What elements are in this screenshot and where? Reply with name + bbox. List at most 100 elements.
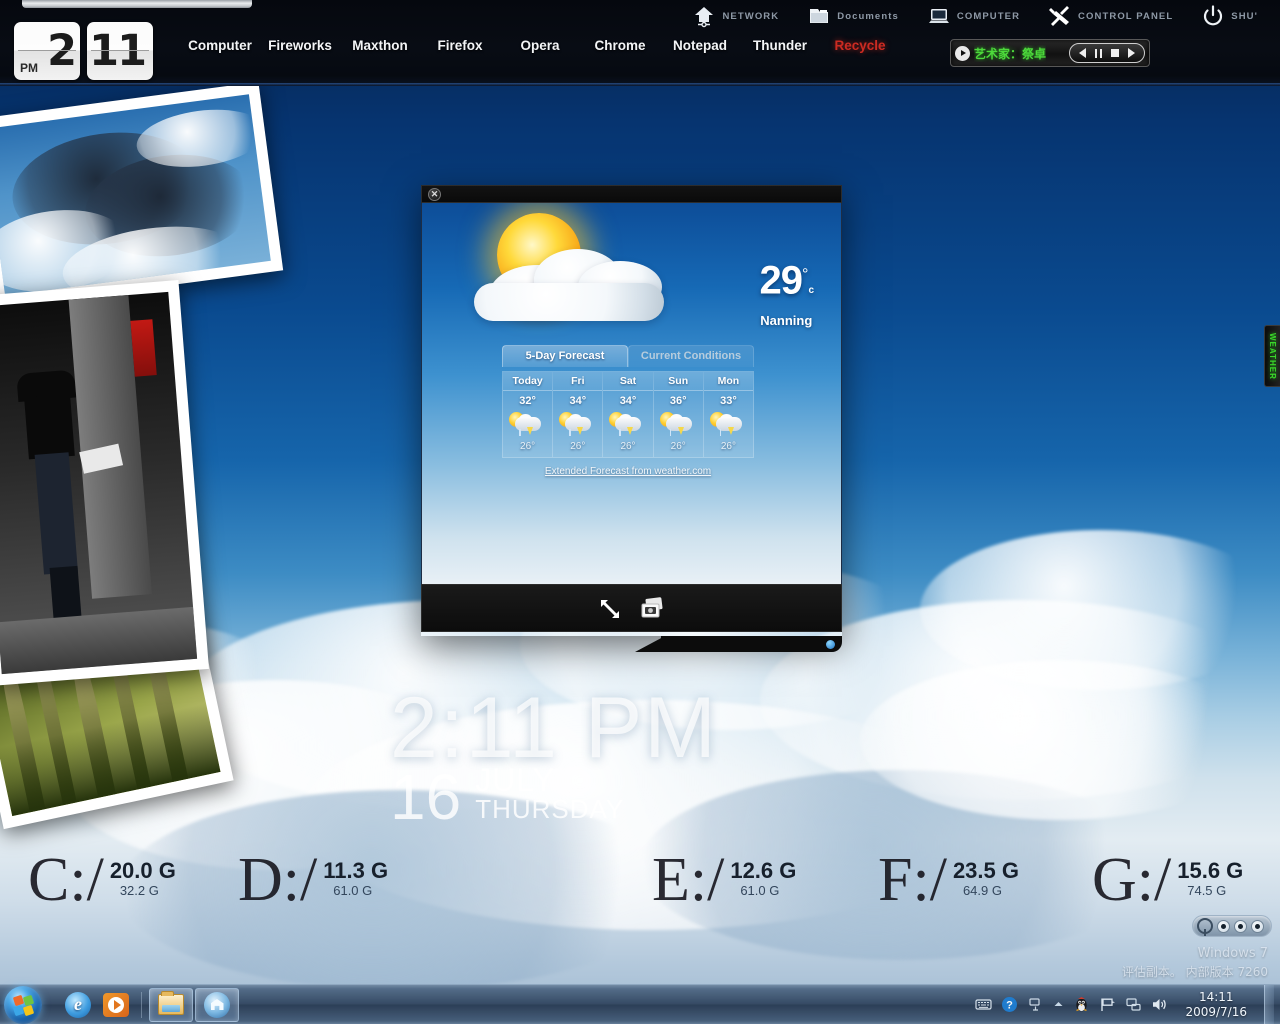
close-icon[interactable]: ✕ [428, 188, 441, 201]
desktop-photo-clouds[interactable] [0, 81, 284, 309]
dock-link-firefox[interactable]: Firefox [420, 38, 500, 53]
dock-link-thunder[interactable]: Thunder [740, 38, 820, 53]
dock-link-notepad[interactable]: Notepad [660, 38, 740, 53]
forecast-column[interactable]: Mon 33° 26° [703, 372, 754, 457]
dock-link-opera[interactable]: Opera [500, 38, 580, 53]
resize-arrows-icon[interactable] [598, 597, 620, 619]
forecast-column[interactable]: Sat 34° 26° [603, 372, 654, 457]
sun-cloud-rain-thunder-icon [603, 408, 652, 440]
desktop-photo-street[interactable] [0, 280, 209, 686]
volume-speaker-icon[interactable] [1151, 996, 1168, 1013]
flip-card-hour: 2 PM [14, 22, 80, 80]
dot-button-3[interactable] [1251, 919, 1264, 933]
taskbar-media-player[interactable] [98, 988, 134, 1022]
sun-cloud-rain-thunder-icon [704, 408, 753, 440]
flip-minute-digits: 11 [89, 26, 147, 76]
dock-link-recycle[interactable]: Recycle [820, 38, 900, 53]
top-bar-sliver[interactable] [22, 0, 252, 8]
weather-widget-tail [661, 636, 842, 652]
dock-link-chrome[interactable]: Chrome [580, 38, 660, 53]
weather-widget[interactable]: ✕ 29°c Nanning 5-Day Forecast Current Co… [421, 185, 842, 652]
keyboard-input-icon[interactable] [975, 996, 993, 1013]
drive-letter: D:/ [238, 846, 318, 914]
start-button[interactable] [4, 985, 42, 1024]
forecast-column[interactable]: Fri 34° 26° [553, 372, 604, 457]
forecast-column[interactable]: Today 32° 26° [503, 372, 554, 457]
drive-letter: F:/ [878, 846, 947, 914]
taskbar-maxthon[interactable] [195, 987, 239, 1022]
shortcut-control-panel[interactable]: CONTROL PANEL [1034, 4, 1187, 28]
show-hidden-icons-arrow[interactable] [1053, 996, 1064, 1013]
weather-side-tab[interactable]: WEATHER [1264, 325, 1280, 387]
svg-text:?: ? [1007, 999, 1014, 1011]
drive-gauge-g[interactable]: G:/ 15.6 G 74.5 G [1092, 849, 1243, 911]
system-tray: ? 14:11 2009/7/16 [975, 984, 1280, 1024]
forecast-day: Today [503, 372, 553, 391]
forecast-low: 26° [620, 441, 636, 452]
dock-flip-clock[interactable]: 2 PM 11 [14, 22, 153, 80]
network-status-icon[interactable] [1027, 996, 1044, 1013]
dot-button-2[interactable] [1234, 919, 1247, 933]
shortcut-computer[interactable]: COMPUTER [913, 4, 1034, 28]
snapshot-icon[interactable] [640, 597, 666, 619]
weather-tabs: 5-Day Forecast Current Conditions [502, 345, 754, 367]
windows-watermark: Windows 7 评估副本。 内部版本 7260 [1122, 945, 1268, 981]
forecast-high: 34° [569, 395, 587, 407]
degree-symbol: ° [802, 266, 808, 283]
play-icon[interactable] [955, 45, 970, 61]
forecast-high: 36° [669, 395, 687, 407]
drive-gauge-f[interactable]: F:/ 23.5 G 64.9 G [878, 846, 1019, 914]
magnifier-icon[interactable] [1197, 918, 1213, 936]
drive-gauge-c[interactable]: C:/ 20.0 G 32.2 G [28, 849, 176, 911]
tab-current-conditions[interactable]: Current Conditions [628, 345, 754, 367]
current-temperature: 29°c [759, 258, 814, 303]
drive-total-space: 32.2 G [119, 883, 159, 898]
temperature-unit: c [808, 285, 813, 297]
taskbar-clock[interactable]: 14:11 2009/7/16 [1177, 990, 1253, 1020]
big-clock-weekday: THURSDAY [475, 794, 625, 824]
help-question-icon[interactable]: ? [1001, 996, 1018, 1013]
dock-system-shortcuts: NETWORK Documents COMPUTER CONTROL PANEL… [678, 4, 1272, 28]
corner-control-gadget[interactable] [1192, 915, 1272, 937]
qq-penguin-icon[interactable] [1073, 996, 1090, 1013]
show-desktop-button[interactable] [1264, 984, 1274, 1024]
taskbar-buttons [60, 987, 239, 1022]
network-connection-icon[interactable] [1125, 996, 1142, 1013]
big-clock-month: JULY [475, 762, 556, 798]
pause-icon[interactable] [1095, 48, 1102, 58]
forecast-low: 26° [520, 441, 536, 452]
tab-5-day-forecast[interactable]: 5-Day Forecast [502, 345, 628, 367]
drive-letter: E:/ [652, 846, 725, 914]
taskbar-internet-explorer[interactable] [60, 988, 96, 1022]
drive-gauge-d[interactable]: D:/ 11.3 G 61.0 G [238, 846, 388, 914]
taskbar-windows-explorer[interactable] [149, 987, 193, 1022]
power-shutdown-icon [1201, 4, 1225, 28]
drive-free-space: 12.6 G [730, 858, 797, 883]
next-icon[interactable] [1128, 48, 1135, 58]
watermark-build: 评估副本。 内部版本 7260 [1121, 965, 1268, 979]
forecast-low: 26° [720, 441, 736, 452]
status-dot[interactable] [826, 640, 835, 649]
stop-icon[interactable] [1111, 49, 1119, 57]
dock-media-player[interactable]: 艺术家：祭卓 [950, 39, 1150, 67]
dock-link-fireworks[interactable]: Fireworks [260, 38, 340, 53]
media-player-title: 艺术家：祭卓 [974, 46, 1047, 61]
dock-link-computer[interactable]: Computer [180, 38, 260, 53]
sun-cloud-rain-thunder-icon [654, 408, 703, 440]
shortcut-shutdown[interactable]: SHU' [1187, 4, 1272, 28]
dock-link-maxthon[interactable]: Maxthon [340, 38, 420, 53]
weather-hero: 29°c Nanning [422, 203, 841, 328]
forecast-day: Sun [653, 372, 703, 391]
weather-titlebar[interactable]: ✕ [421, 185, 842, 203]
media-transport-controls [1069, 43, 1145, 63]
shortcut-documents[interactable]: Documents [793, 4, 913, 28]
action-flag-icon[interactable] [1099, 996, 1116, 1013]
extended-forecast-link[interactable]: Extended Forecast from weather.com [502, 466, 754, 477]
dot-button-1[interactable] [1217, 919, 1230, 933]
shortcut-network[interactable]: NETWORK [678, 4, 793, 28]
forecast-column[interactable]: Sun 36° 26° [653, 372, 704, 457]
network-home-icon [692, 4, 716, 28]
drive-gauge-e[interactable]: E:/ 12.6 G 61.0 G [652, 846, 797, 914]
shortcut-label: COMPUTER [956, 10, 1021, 22]
prev-icon[interactable] [1079, 48, 1086, 58]
